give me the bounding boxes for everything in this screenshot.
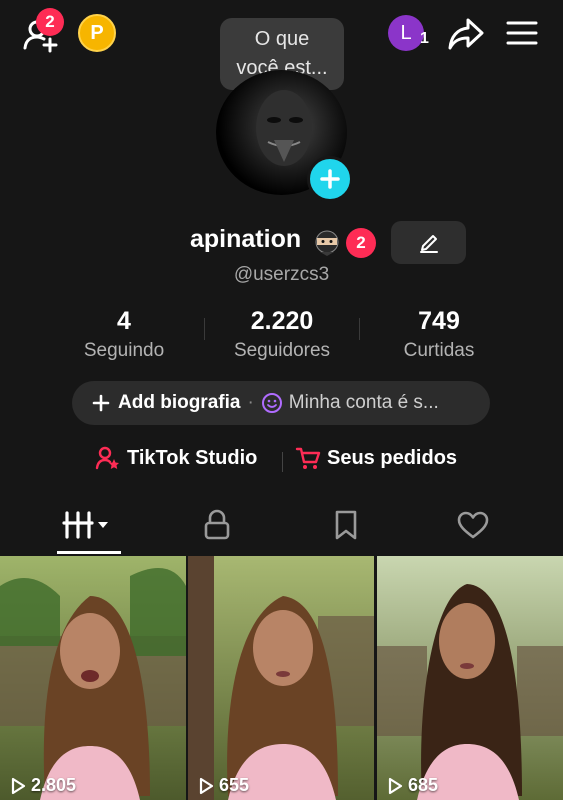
lock-icon xyxy=(204,509,230,540)
stat-label: Seguindo xyxy=(83,340,165,361)
stat-value: 749 xyxy=(418,307,460,335)
username-notification-badge: 2 xyxy=(346,228,376,258)
smiley-icon xyxy=(261,393,282,413)
bookmark-icon xyxy=(335,510,357,540)
view-count: 655 xyxy=(198,775,249,796)
pencil-icon xyxy=(419,234,438,253)
ninja-emoji-icon xyxy=(315,230,339,256)
bio-pill[interactable]: Add biografia · Minha conta é s... xyxy=(72,381,490,425)
play-icon xyxy=(199,777,214,794)
username-row: apination 2 xyxy=(0,225,563,261)
account-count: 1 xyxy=(420,30,429,47)
share-button[interactable] xyxy=(445,14,487,54)
view-count-value: 2.805 xyxy=(31,775,77,795)
profile-stats: 4 Seguindo 2.220 Seguidores 749 Curtidas xyxy=(0,306,563,366)
stat-label: Seguidores xyxy=(233,340,331,361)
tiktok-studio-label: TikTok Studio xyxy=(127,446,258,469)
user-handle: @userzcs3 xyxy=(233,264,330,285)
video-thumbnail[interactable]: 685 xyxy=(377,556,563,800)
cart-icon xyxy=(295,447,321,469)
tab-liked[interactable] xyxy=(451,500,495,550)
stats-divider xyxy=(359,318,360,340)
stat-label: Curtidas xyxy=(403,340,475,361)
video-thumbnail[interactable]: 2.805 xyxy=(0,556,186,800)
view-count-value: 685 xyxy=(408,775,439,795)
share-icon xyxy=(448,18,484,50)
bio-separator: · xyxy=(247,392,254,413)
stats-divider xyxy=(204,318,205,340)
orders-label: Seus pedidos xyxy=(327,446,458,469)
add-avatar-button[interactable] xyxy=(307,156,353,202)
profile-tabs xyxy=(0,500,563,556)
menu-button[interactable] xyxy=(503,16,541,50)
tab-videos[interactable] xyxy=(57,500,121,550)
friend-notification-badge: 2 xyxy=(36,8,64,36)
plus-icon xyxy=(320,169,340,189)
video-thumbnail[interactable]: 655 xyxy=(188,556,374,800)
view-count-value: 655 xyxy=(219,775,250,795)
view-count: 685 xyxy=(387,775,438,796)
active-tab-indicator xyxy=(57,551,121,554)
add-bio-label: Add biografia xyxy=(118,392,241,413)
stat-value: 4 xyxy=(117,307,131,335)
video-thumbnail-image xyxy=(0,556,186,800)
coin-icon[interactable]: P xyxy=(78,14,116,52)
heart-icon xyxy=(457,511,489,539)
stat-likes[interactable]: 749 Curtidas xyxy=(359,306,519,364)
play-icon xyxy=(11,777,26,794)
tab-saved[interactable] xyxy=(324,500,368,550)
tooltip-text: O que xyxy=(254,28,310,50)
orders-link[interactable]: Seus pedidos xyxy=(295,445,457,471)
studio-person-icon xyxy=(95,446,119,470)
edit-profile-button[interactable] xyxy=(391,221,466,264)
account-type-text: Minha conta é s... xyxy=(288,392,439,413)
video-grid-icon xyxy=(62,511,108,539)
links-divider xyxy=(282,452,283,472)
stat-following[interactable]: 4 Seguindo xyxy=(44,306,204,364)
username: apination xyxy=(190,225,302,253)
tab-private[interactable] xyxy=(195,500,239,550)
account-switcher-avatar[interactable]: L xyxy=(388,15,424,51)
menu-icon xyxy=(506,21,538,45)
play-icon xyxy=(388,777,403,794)
stat-value: 2.220 xyxy=(250,307,314,335)
video-grid: 2.805 655 685 xyxy=(0,556,563,800)
video-thumbnail-image xyxy=(377,556,563,800)
stat-followers[interactable]: 2.220 Seguidores xyxy=(202,306,362,364)
view-count: 2.805 xyxy=(10,775,76,796)
tiktok-studio-link[interactable]: TikTok Studio xyxy=(95,445,257,471)
plus-icon xyxy=(92,394,110,412)
video-thumbnail-image xyxy=(188,556,374,800)
